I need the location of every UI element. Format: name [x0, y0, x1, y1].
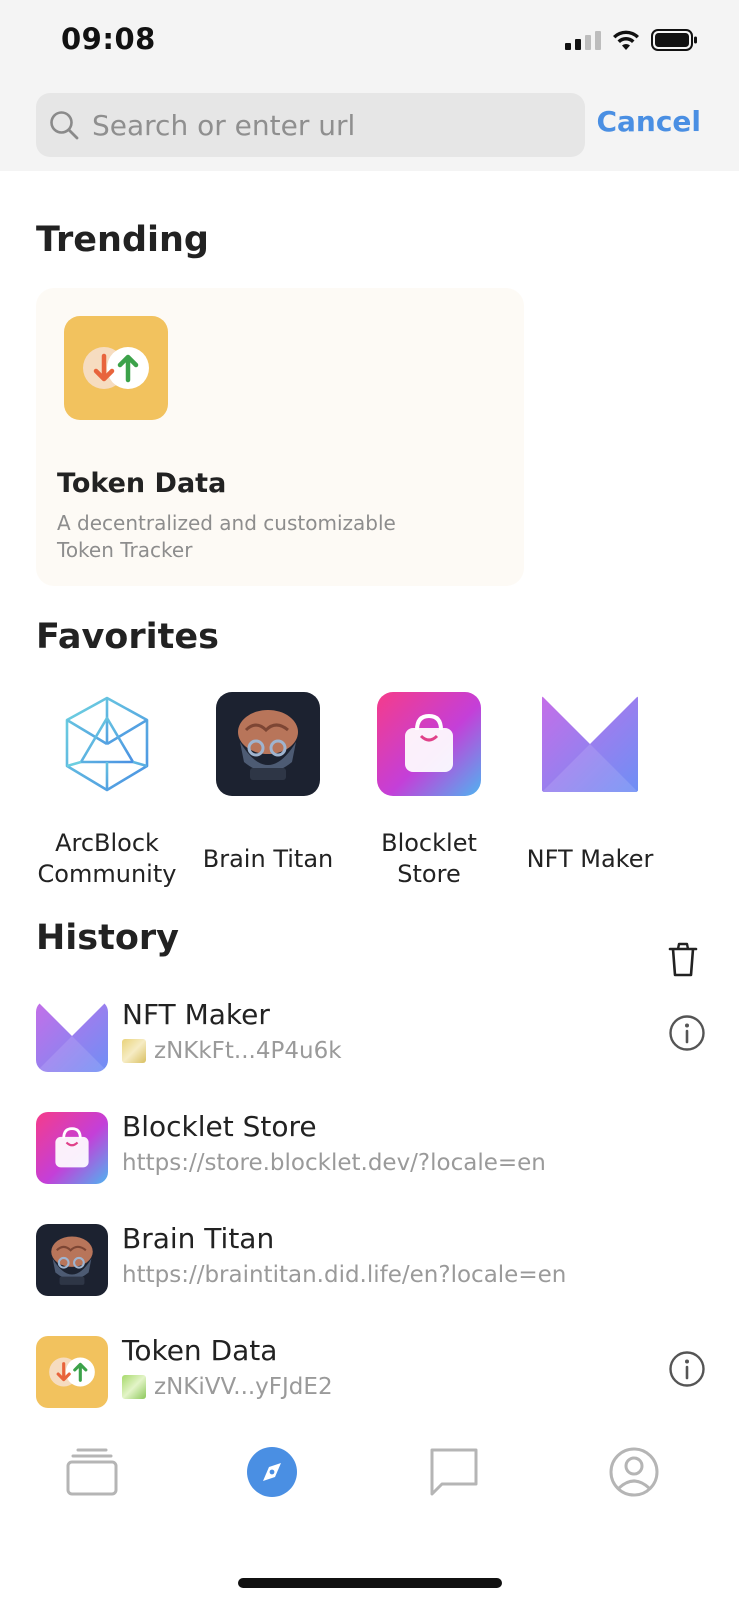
- compass-icon[interactable]: [246, 1446, 298, 1498]
- history-item-title: Brain Titan: [122, 1222, 275, 1255]
- history-item-subtitle: https://store.blocklet.dev/?locale=en: [122, 1150, 546, 1176]
- trash-icon[interactable]: [667, 942, 699, 978]
- favorite-label: Blocklet Store: [381, 829, 477, 888]
- favorite-blocklet-store[interactable]: Blocklet Store: [347, 692, 511, 890]
- brain-titan-icon: [36, 1224, 108, 1296]
- status-icons: [565, 28, 699, 52]
- history-item-title: Blocklet Store: [122, 1110, 317, 1143]
- home-indicator: [238, 1578, 502, 1588]
- profile-icon[interactable]: [608, 1446, 660, 1498]
- trending-card-token-data[interactable]: Token Data A decentralized and customiza…: [36, 288, 524, 586]
- history-item-brain-titan[interactable]: Brain Titan https://braintitan.did.life/…: [36, 1222, 706, 1320]
- search-placeholder: Search or enter url: [92, 108, 356, 142]
- history-item-blocklet-store[interactable]: Blocklet Store https://store.blocklet.de…: [36, 1110, 706, 1208]
- trending-card-name: Token Data: [57, 468, 227, 499]
- favorite-brain-titan[interactable]: Brain Titan: [186, 692, 350, 890]
- search-icon: [50, 111, 79, 140]
- history-item-title: NFT Maker: [122, 998, 270, 1031]
- chat-icon[interactable]: [428, 1446, 480, 1498]
- favorite-label: ArcBlock Community: [37, 829, 177, 888]
- arcblock-icon: [55, 692, 159, 796]
- trending-card-description: A decentralized and customizable Token T…: [57, 511, 396, 562]
- cancel-button[interactable]: Cancel: [596, 105, 701, 138]
- favorite-label: Brain Titan: [202, 844, 334, 873]
- history-item-nft-maker[interactable]: NFT Maker zNKkFt...4P4u6k: [36, 998, 706, 1096]
- history-item-address: zNKkFt...4P4u6k: [154, 1038, 342, 1064]
- history-item-token-data[interactable]: Token Data zNKiVV...yFJdE2: [36, 1334, 706, 1432]
- blocklet-store-icon: [36, 1112, 108, 1184]
- history-item-url: https://braintitan.did.life/en?locale=en: [122, 1262, 567, 1288]
- token-data-icon: [64, 316, 168, 420]
- info-icon[interactable]: [668, 1350, 706, 1388]
- cards-icon[interactable]: [66, 1446, 118, 1498]
- did-avatar-icon: [122, 1039, 146, 1063]
- history-item-subtitle: https://braintitan.did.life/en?locale=en: [122, 1262, 566, 1288]
- favorite-arcblock-community[interactable]: ArcBlock Community: [25, 692, 189, 890]
- wifi-icon: [613, 30, 639, 50]
- cellular-signal-icon: [565, 30, 601, 50]
- history-item-subtitle: zNKiVV...yFJdE2: [122, 1374, 333, 1400]
- trending-title: Trending: [36, 220, 209, 260]
- info-icon[interactable]: [668, 1014, 706, 1052]
- top-bar: 09:08 Search or enter url Cancel: [0, 0, 739, 171]
- history-item-address: zNKiVV...yFJdE2: [154, 1374, 333, 1400]
- favorites-title: Favorites: [36, 617, 219, 657]
- search-input[interactable]: Search or enter url: [36, 93, 585, 157]
- status-time: 09:08: [61, 22, 156, 56]
- blocklet-store-icon: [377, 692, 481, 796]
- tab-bar: [0, 1430, 739, 1540]
- battery-icon: [651, 29, 697, 51]
- history-item-url: https://store.blocklet.dev/?locale=en: [122, 1150, 546, 1176]
- history-item-title: Token Data: [122, 1334, 278, 1367]
- nft-maker-icon: [36, 1000, 108, 1072]
- history-title: History: [36, 918, 179, 958]
- nft-maker-icon: [538, 692, 642, 796]
- brain-titan-icon: [216, 692, 320, 796]
- favorite-nft-maker[interactable]: NFT Maker: [508, 692, 672, 890]
- history-item-subtitle: zNKkFt...4P4u6k: [122, 1038, 342, 1064]
- did-avatar-icon: [122, 1375, 146, 1399]
- token-data-icon: [36, 1336, 108, 1408]
- favorite-label: NFT Maker: [526, 844, 654, 873]
